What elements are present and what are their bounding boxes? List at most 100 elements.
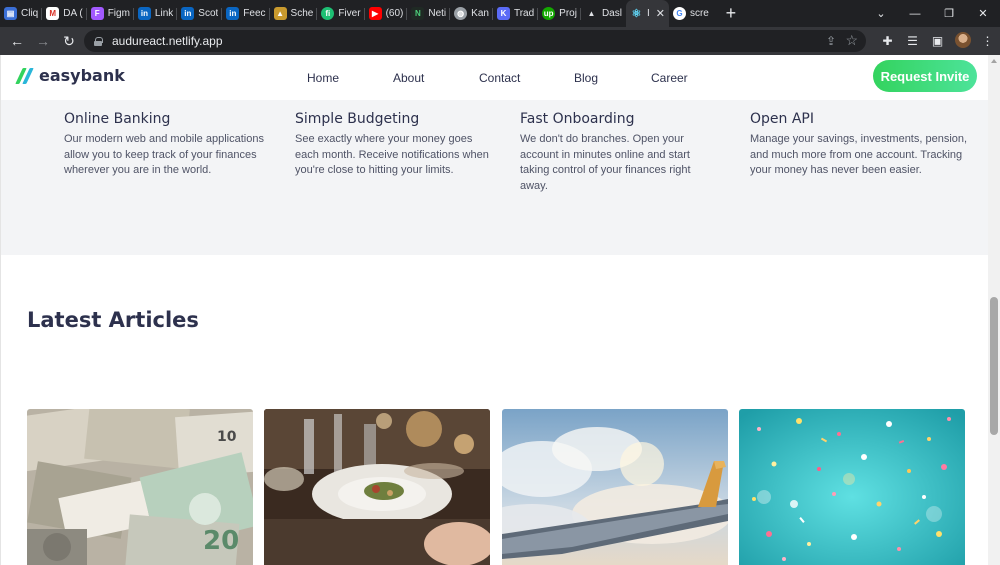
upwork-icon: up [542, 7, 556, 20]
browser-tab[interactable]: K Trad [493, 0, 539, 27]
feature-title: Simple Budgeting [295, 111, 420, 127]
browser-tab[interactable]: in Scot [177, 0, 223, 27]
bookmark-star-icon[interactable]: ☆ [845, 32, 858, 49]
nav-link-about[interactable]: About [393, 71, 424, 85]
extensions-area: ✚ ☰ ▣ ⋮ [875, 27, 1000, 55]
restaurant-photo[interactable] [264, 409, 490, 565]
linkedin-icon: in [181, 7, 195, 20]
article-card-confetti[interactable] [739, 409, 965, 565]
logo-text: easybank [39, 66, 125, 85]
nav-link-home[interactable]: Home [307, 71, 339, 85]
feature-title: Fast Onboarding [520, 111, 635, 127]
site-header: easybank Home About Contact Blog Career … [1, 55, 988, 100]
netlify-icon: N [411, 7, 425, 20]
svg-text:10: 10 [217, 429, 237, 445]
google-icon: G [672, 7, 686, 20]
feature-text: Manage your savings, investments, pensio… [750, 133, 968, 177]
fiverr-icon: fi [321, 7, 335, 20]
tab-title: DA ( [63, 8, 83, 19]
scroll-up-arrow-icon[interactable] [991, 59, 997, 63]
back-arrow-icon[interactable]: ← [4, 33, 30, 49]
gmail-icon: M [46, 7, 60, 20]
nav-link-blog[interactable]: Blog [574, 71, 598, 85]
tab-title: Fiver [338, 8, 361, 19]
linkedin-icon: in [137, 7, 151, 20]
nav-link-career[interactable]: Career [651, 71, 688, 85]
feature-title: Online Banking [64, 111, 171, 127]
tab-title: Cliq [21, 8, 39, 19]
extensions-puzzle-icon[interactable]: ✚ [875, 34, 900, 48]
tab-title: I [646, 8, 650, 19]
window-controls: ⌄ — ❐ ✕ [864, 0, 1000, 27]
lock-icon[interactable] [94, 36, 103, 46]
tab-title: Dasl [601, 8, 622, 19]
restore-icon[interactable]: ❐ [932, 7, 966, 20]
tab-title: Scot [198, 8, 219, 19]
browser-tab[interactable]: ▲ Dasl [581, 0, 626, 27]
confetti-photo[interactable] [739, 409, 965, 565]
address-bar[interactable]: audureact.netlify.app ⇪ ☆ [84, 30, 866, 52]
airplane-photo[interactable] [502, 409, 728, 565]
feature-text: See exactly where your money goes each m… [295, 133, 489, 177]
react-icon: ⚛ [631, 8, 642, 20]
url-text[interactable]: audureact.netlify.app [112, 34, 223, 48]
figma-icon: F [90, 7, 104, 20]
article-card-airplane[interactable] [502, 409, 728, 565]
article-card-currency[interactable]: 20 10 [27, 409, 253, 565]
reading-list-icon[interactable]: ☰ [900, 34, 925, 48]
browser-tab[interactable]: Gscre [669, 0, 713, 27]
tab-title: Trad [513, 8, 535, 19]
tab-title: (60) [385, 8, 404, 19]
profile-avatar[interactable] [950, 31, 975, 51]
feature-title: Open API [750, 111, 814, 127]
share-icon[interactable]: ⇪ [826, 34, 836, 48]
tab-title: Link [154, 8, 174, 19]
logo[interactable]: easybank [15, 66, 125, 85]
linkedin-icon: in [226, 7, 240, 20]
browser-toolbar: ← → ↻ audureact.netlify.app ⇪ ☆ ✚ ☰ ▣ ⋮ [0, 27, 1000, 55]
menu-kebab-icon[interactable]: ⋮ [975, 34, 1000, 48]
chat-icon: ▤ [4, 7, 17, 20]
browser-tab[interactable]: F Figm [87, 0, 135, 27]
svg-text:20: 20 [203, 526, 239, 556]
feature-text: Our modern web and mobile applications a… [64, 133, 264, 177]
browser-tab[interactable]: N Neti [407, 0, 450, 27]
tab-title: scre [689, 8, 709, 19]
browser-tab-active[interactable]: ⚛ I ✕ [625, 0, 669, 27]
close-window-icon[interactable]: ✕ [966, 7, 1000, 20]
article-card-restaurant[interactable] [264, 409, 490, 565]
globe-icon: ◍ [454, 7, 468, 20]
browser-tab[interactable]: ▶ (60) [365, 0, 408, 27]
request-invite-button[interactable]: Request Invite [873, 60, 977, 92]
browser-tab[interactable]: ▤ Cliq [0, 0, 43, 27]
browser-tab[interactable]: ▲ Sche [270, 0, 318, 27]
tab-title: Sche [290, 8, 314, 19]
browser-tab-strip: ▤ Cliq M DA ( F Figm in Link in Scot in Feec ▲… [0, 0, 1000, 27]
nav-link-contact[interactable]: Contact [479, 71, 520, 85]
forward-arrow-icon[interactable]: → [30, 33, 56, 49]
logo-mark-icon [15, 67, 34, 84]
minimize-icon[interactable]: — [898, 8, 932, 20]
kotlin-icon: K [496, 7, 510, 20]
browser-tab[interactable]: in Link [134, 0, 178, 27]
tab-title: Figm [107, 8, 130, 19]
tab-title: Proj [559, 8, 577, 19]
avatar[interactable] [954, 31, 971, 48]
browser-tab[interactable]: in Feec [222, 0, 270, 27]
browser-tab[interactable]: fi Fiver [317, 0, 365, 27]
browser-tab[interactable]: M DA ( [42, 0, 88, 27]
section-title: Latest Articles [27, 308, 199, 332]
browser-tab[interactable]: ◍ Kan [450, 0, 493, 27]
school-icon: ▲ [273, 7, 287, 20]
close-tab-icon[interactable]: ✕ [656, 7, 665, 20]
side-panel-icon[interactable]: ▣ [925, 34, 950, 48]
browser-tab[interactable]: up Proj [538, 0, 581, 27]
page-scrollbar[interactable] [988, 55, 1000, 565]
scrollbar-thumb[interactable] [990, 297, 998, 435]
tab-title: Neti [428, 8, 447, 19]
new-tab-icon[interactable]: + [721, 3, 741, 24]
tab-title: Feec [243, 8, 266, 19]
currency-photo[interactable]: 20 10 [27, 409, 253, 565]
tab-search-chevron-icon[interactable]: ⌄ [864, 7, 898, 20]
reload-icon[interactable]: ↻ [56, 33, 82, 50]
